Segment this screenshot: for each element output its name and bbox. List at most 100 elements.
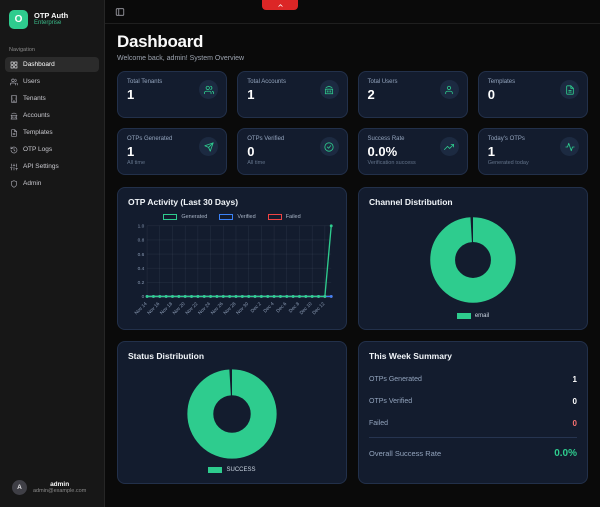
legend-item-failed[interactable]: Failed <box>267 214 301 220</box>
failed-swatch-icon <box>267 214 282 220</box>
sidebar-item-label: OTP Logs <box>23 146 53 153</box>
summary-label: OTPs Verified <box>369 397 413 405</box>
summary-label: OTPs Generated <box>369 375 422 383</box>
trending-up-icon <box>439 137 459 156</box>
svg-text:Nov 16: Nov 16 <box>146 301 161 316</box>
bank-icon <box>10 112 18 120</box>
channel-distribution-card: Channel Distribution email <box>358 187 588 330</box>
legend-item-verified[interactable]: Verified <box>219 214 256 220</box>
sidebar-item-templates[interactable]: Templates <box>5 125 99 140</box>
check-circle-icon <box>319 137 339 156</box>
dev-indicator-button[interactable] <box>262 0 298 10</box>
dashboard-grid-icon <box>10 61 18 69</box>
sidebar-toggle-button[interactable] <box>115 7 125 17</box>
sidebar-item-users[interactable]: Users <box>5 74 99 89</box>
chart-title: Status Distribution <box>128 351 205 361</box>
stat-subtext: Generated today <box>487 160 529 166</box>
topbar <box>105 0 600 24</box>
sidebar-item-label: Templates <box>23 129 53 136</box>
user-menu[interactable]: A admin admin@example.com <box>0 470 104 507</box>
status-donut-chart <box>187 369 277 459</box>
user-name: admin <box>50 481 70 488</box>
summary-title: This Week Summary <box>369 351 452 361</box>
history-clock-icon <box>10 146 18 154</box>
svg-text:Nov 22: Nov 22 <box>184 301 199 316</box>
sidebar-item-accounts[interactable]: Accounts <box>5 108 99 123</box>
svg-text:0: 0 <box>142 294 145 300</box>
legend-label: Generated <box>181 214 208 220</box>
app-logo-icon: O <box>9 10 28 29</box>
summary-value: 1 <box>572 374 577 384</box>
legend-label: email <box>474 313 490 319</box>
svg-text:1.0: 1.0 <box>138 224 145 230</box>
sidebar-item-dashboard[interactable]: Dashboard <box>5 57 99 72</box>
charts-grid: OTP Activity (Last 30 Days) Generated Ve… <box>117 187 588 484</box>
stat-card-total-accounts: Total Accounts 1 <box>237 71 348 118</box>
nav-section-label: Navigation <box>9 47 35 53</box>
summary-row-otps-generated: OTPs Generated 1 <box>369 368 577 390</box>
chevron-up-icon <box>277 3 283 7</box>
sidebar-nav: Dashboard Users Tenants Accounts Templat… <box>0 57 104 191</box>
svg-text:0.8: 0.8 <box>138 238 145 244</box>
stat-subtext: All time <box>127 160 146 166</box>
stat-card-otps-verified: OTPs Verified 0 All time <box>237 128 348 175</box>
summary-label: Failed <box>369 419 389 427</box>
channel-legend[interactable]: email <box>369 313 577 320</box>
svg-text:Nov 28: Nov 28 <box>222 301 237 316</box>
activity-pulse-icon <box>560 137 579 156</box>
stats-grid: Total Tenants 1 Total Accounts 1 Total U… <box>117 71 588 175</box>
stat-card-templates: Templates 0 <box>477 71 588 118</box>
email-swatch-icon <box>456 313 471 319</box>
chart-title: Channel Distribution <box>369 197 453 207</box>
sidebar-item-label: Users <box>23 78 40 85</box>
svg-text:Nov 20: Nov 20 <box>172 301 187 316</box>
stat-card-total-users: Total Users 2 <box>357 71 468 118</box>
svg-text:Dec 4: Dec 4 <box>262 301 275 314</box>
channel-donut-wrap <box>369 207 577 313</box>
legend-label: Failed <box>285 214 301 220</box>
sidebar-item-api-settings[interactable]: API Settings <box>5 159 99 174</box>
generated-swatch-icon <box>163 214 178 220</box>
svg-text:0.6: 0.6 <box>138 252 145 258</box>
bank-icon <box>319 80 339 99</box>
sidebar-item-otp-logs[interactable]: OTP Logs <box>5 142 99 157</box>
sidebar-item-label: Dashboard <box>23 61 55 68</box>
chart-title: OTP Activity (Last 30 Days) <box>128 197 239 207</box>
success-swatch-icon <box>208 467 223 473</box>
sidebar-item-label: API Settings <box>23 163 59 170</box>
file-text-icon <box>560 80 579 99</box>
svg-text:Nov 24: Nov 24 <box>197 301 212 316</box>
sidebar-item-label: Tenants <box>23 95 46 102</box>
summary-footer: Overall Success Rate 0.0% <box>369 440 577 459</box>
page-subtitle: Welcome back, admin! System Overview <box>117 55 245 62</box>
summary-row-failed: Failed 0 <box>369 412 577 434</box>
app-root: O OTP Auth Enterprise Navigation Dashboa… <box>0 0 600 507</box>
sidebar-item-admin[interactable]: Admin <box>5 176 99 191</box>
sidebar-item-tenants[interactable]: Tenants <box>5 91 99 106</box>
svg-text:Dec 12: Dec 12 <box>311 301 326 316</box>
panel-left-icon <box>115 7 125 16</box>
activity-legend: Generated Verified Failed <box>128 214 336 220</box>
summary-footer-label: Overall Success Rate <box>369 449 442 458</box>
svg-text:Nov 30: Nov 30 <box>235 301 250 316</box>
stat-subtext: All time <box>247 160 266 166</box>
summary-value: 0 <box>572 396 577 406</box>
summary-row-otps-verified: OTPs Verified 0 <box>369 390 577 412</box>
channel-donut-chart <box>430 217 516 303</box>
stat-card-todays-otps: Today's OTPs 1 Generated today <box>477 128 588 175</box>
sliders-icon <box>10 163 18 171</box>
app-name: OTP Auth <box>34 10 69 20</box>
stat-card-otps-generated: OTPs Generated 1 All time <box>117 128 228 175</box>
stat-subtext: Verification success <box>367 160 416 166</box>
stat-card-success-rate: Success Rate 0.0% Verification success <box>357 128 468 175</box>
summary-rows: OTPs Generated 1 OTPs Verified 0 Failed … <box>369 368 577 459</box>
status-legend[interactable]: SUCCESS <box>128 467 336 474</box>
sidebar-item-label: Admin <box>23 180 42 187</box>
status-donut-wrap <box>128 361 336 467</box>
legend-item-generated[interactable]: Generated <box>163 214 207 220</box>
verified-swatch-icon <box>219 214 234 220</box>
otp-activity-plot: Nov 14Nov 16Nov 18Nov 20Nov 22Nov 24Nov … <box>134 224 333 316</box>
brand: O OTP Auth Enterprise <box>0 0 104 41</box>
status-distribution-card: Status Distribution SUCCESS <box>117 341 347 484</box>
